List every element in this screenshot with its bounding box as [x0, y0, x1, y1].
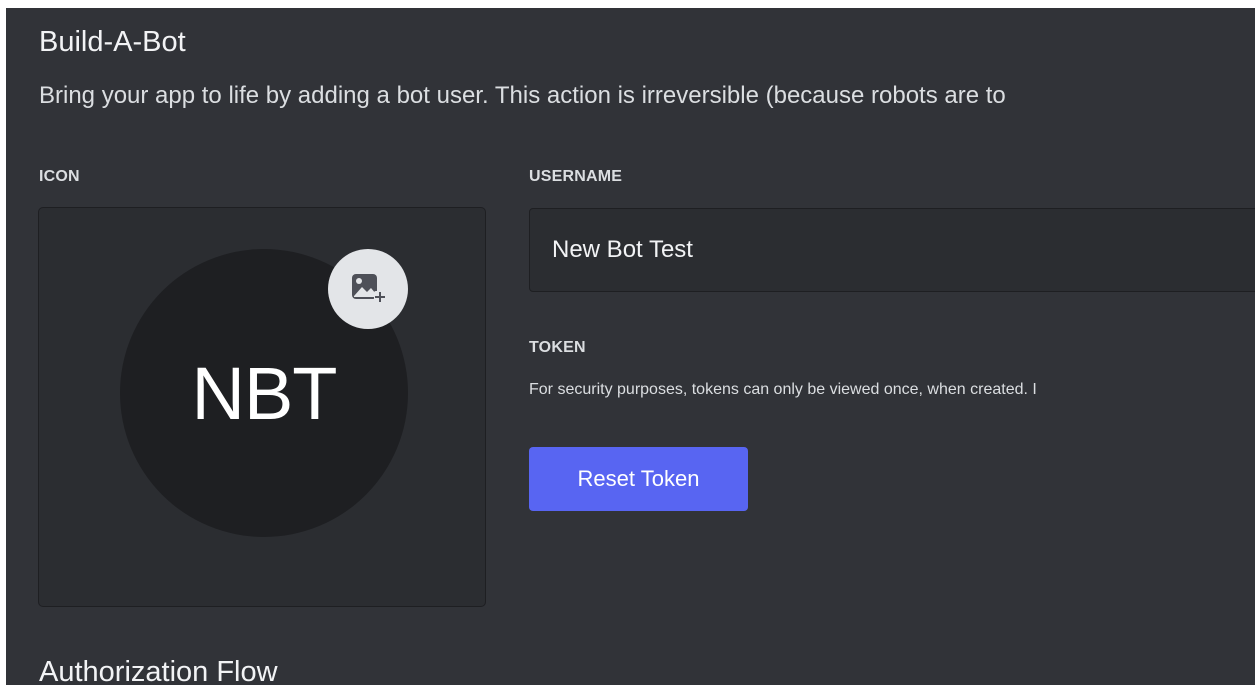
- username-label: USERNAME: [529, 168, 623, 185]
- bot-settings-panel: Build-A-Bot Bring your app to life by ad…: [6, 8, 1255, 685]
- icon-label: ICON: [39, 168, 80, 185]
- build-a-bot-description: Bring your app to life by adding a bot u…: [39, 82, 1006, 109]
- build-a-bot-title: Build-A-Bot: [39, 26, 186, 58]
- token-label: TOKEN: [529, 339, 586, 356]
- username-input[interactable]: [529, 208, 1255, 292]
- reset-token-button[interactable]: Reset Token: [529, 447, 748, 511]
- token-description: For security purposes, tokens can only b…: [529, 381, 1037, 398]
- authorization-flow-title: Authorization Flow: [39, 656, 278, 685]
- avatar-initials: NBT: [191, 351, 338, 435]
- image-plus-icon: [352, 274, 386, 303]
- upload-image-button[interactable]: [328, 249, 408, 329]
